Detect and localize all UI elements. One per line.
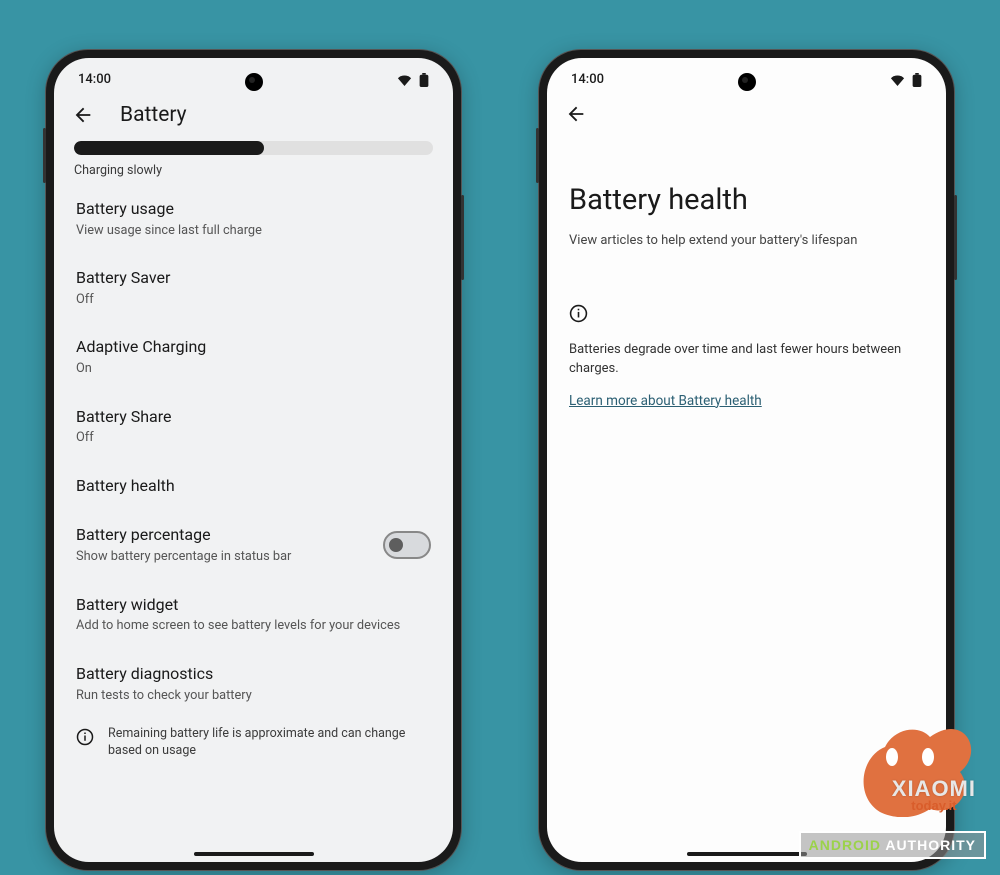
item-title: Battery Share xyxy=(76,406,431,428)
battery-icon xyxy=(419,73,429,87)
learn-more-link[interactable]: Learn more about Battery health xyxy=(569,393,762,409)
item-title: Battery Saver xyxy=(76,267,431,289)
screen-battery-settings: 14:00 Battery Charging slowly Battery us… xyxy=(54,58,453,862)
status-time: 14:00 xyxy=(571,72,604,87)
wifi-icon xyxy=(397,74,412,86)
watermark-android: ANDROID xyxy=(809,837,881,853)
item-subtitle: Off xyxy=(76,292,431,309)
item-battery-diagnostics[interactable]: Battery diagnostics Run tests to check y… xyxy=(74,649,433,718)
home-indicator[interactable] xyxy=(687,852,807,856)
item-subtitle: Off xyxy=(76,430,431,447)
info-text: Batteries degrade over time and last few… xyxy=(569,341,924,379)
camera-hole-icon xyxy=(738,73,756,91)
battery-icon xyxy=(912,73,922,87)
item-subtitle: On xyxy=(76,361,431,378)
app-bar xyxy=(547,93,946,135)
wifi-icon xyxy=(890,74,905,86)
item-battery-share[interactable]: Battery Share Off xyxy=(74,392,433,461)
phone-frame-left: 14:00 Battery Charging slowly Battery us… xyxy=(46,50,461,870)
info-icon xyxy=(569,304,588,323)
item-adaptive-charging[interactable]: Adaptive Charging On xyxy=(74,322,433,391)
page-title: Battery health xyxy=(569,183,924,217)
item-title: Battery diagnostics xyxy=(76,663,431,685)
footer-text: Remaining battery life is approximate an… xyxy=(108,726,431,760)
camera-hole-icon xyxy=(245,73,263,91)
back-arrow-icon[interactable] xyxy=(72,104,94,126)
home-indicator[interactable] xyxy=(194,852,314,856)
item-title: Battery usage xyxy=(76,198,431,220)
charging-status-text: Charging slowly xyxy=(74,163,433,178)
back-arrow-icon[interactable] xyxy=(565,103,587,125)
item-title: Battery health xyxy=(76,475,431,497)
footer-disclaimer: Remaining battery life is approximate an… xyxy=(74,718,433,760)
item-battery-health[interactable]: Battery health xyxy=(74,461,433,511)
status-icons xyxy=(886,72,922,87)
item-title: Battery percentage xyxy=(76,524,371,546)
page-subtitle: View articles to help extend your batter… xyxy=(569,233,924,248)
app-bar: Battery xyxy=(54,93,453,137)
xiaomi-watermark: XIAOMI today.it xyxy=(892,776,976,813)
item-subtitle: Run tests to check your battery xyxy=(76,688,431,705)
toggle-battery-percentage[interactable] xyxy=(383,531,431,559)
info-icon xyxy=(76,728,94,746)
android-authority-watermark: ANDROID AUTHORITY xyxy=(799,831,986,859)
status-time: 14:00 xyxy=(78,72,111,87)
item-subtitle: Show battery percentage in status bar xyxy=(76,549,371,566)
item-title: Battery widget xyxy=(76,594,431,616)
page-title: Battery xyxy=(120,103,187,127)
item-battery-widget[interactable]: Battery widget Add to home screen to see… xyxy=(74,580,433,649)
item-subtitle: Add to home screen to see battery levels… xyxy=(76,618,431,635)
item-battery-percentage[interactable]: Battery percentage Show battery percenta… xyxy=(74,510,433,579)
item-subtitle: View usage since last full charge xyxy=(76,223,431,240)
item-battery-usage[interactable]: Battery usage View usage since last full… xyxy=(74,184,433,253)
status-icons xyxy=(393,72,429,87)
battery-level-bar: Charging slowly xyxy=(74,141,433,178)
item-title: Adaptive Charging xyxy=(76,336,431,358)
page-header: Battery health View articles to help ext… xyxy=(547,135,946,260)
item-battery-saver[interactable]: Battery Saver Off xyxy=(74,253,433,322)
info-section: Batteries degrade over time and last few… xyxy=(547,260,946,409)
watermark-authority: AUTHORITY xyxy=(885,837,976,853)
